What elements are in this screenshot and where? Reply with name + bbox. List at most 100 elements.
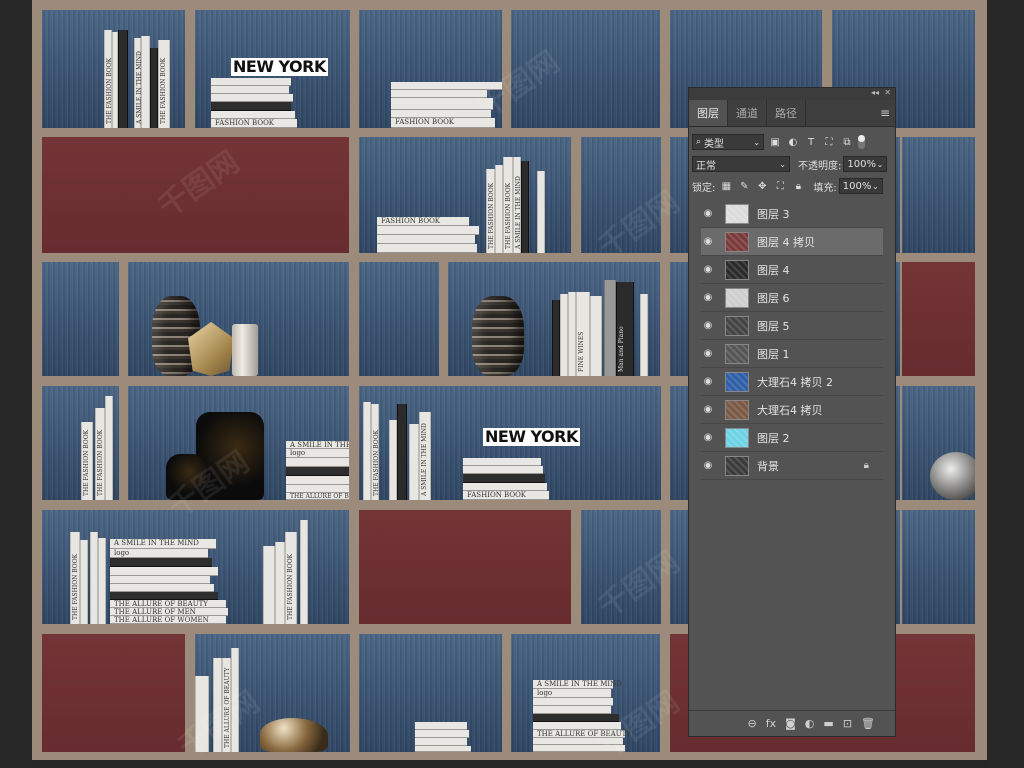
book [560, 294, 568, 376]
smart-object-filter-icon[interactable]: ⧉ [840, 135, 854, 149]
book-spine-title: Man and Piano [618, 326, 625, 372]
lying-book: THE ALLURE OF BEAUTY [533, 730, 631, 738]
eye-icon[interactable]: ◉ [701, 292, 715, 303]
shape-filter-icon[interactable]: ⛶ [822, 135, 836, 149]
lock-icon: 🔒︎ [863, 460, 869, 471]
book [263, 546, 275, 624]
eye-icon[interactable]: ◉ [701, 208, 715, 219]
book [80, 540, 88, 624]
link-icon[interactable]: ⊖ [748, 717, 757, 730]
shelf-compartment: FASHION BOOK [359, 10, 502, 128]
book-spine-title: THE ALLURE OF WOMEN [114, 616, 209, 624]
search-icon: ⌕ [696, 137, 702, 147]
book-spine-title: THE ALLURE OF BEAUTY [224, 667, 231, 749]
book [604, 280, 616, 376]
book [213, 658, 222, 752]
lying-book [211, 102, 291, 111]
chevron-down-icon: ⌄ [753, 137, 760, 147]
image-filter-icon[interactable]: ▣ [768, 135, 782, 149]
book: THE FASHION BOOK [486, 169, 495, 253]
lying-book [415, 730, 469, 738]
lying-book [391, 90, 487, 98]
eye-icon[interactable]: ◉ [701, 460, 715, 471]
folder-icon[interactable]: ▬ [823, 717, 833, 730]
lying-book [533, 745, 625, 752]
opacity-field[interactable]: 100% ⌄ [843, 156, 888, 172]
panel-tabs: 图层 通道 路径 ≡ [689, 100, 895, 127]
lying-book [463, 458, 541, 466]
mask-icon[interactable]: ◙ [785, 717, 796, 730]
layer-thumbnail [725, 287, 749, 308]
lock-image-icon[interactable]: ✎ [737, 179, 751, 193]
book: Man and Piano [616, 282, 634, 376]
eye-icon[interactable]: ◉ [701, 404, 715, 415]
close-icon[interactable]: ✕ [884, 88, 891, 97]
lying-book: FASHION BOOK [391, 118, 495, 128]
adjustment-filter-icon[interactable]: ◐ [786, 135, 800, 149]
new-layer-icon[interactable]: ⊡ [843, 717, 852, 730]
layer-row[interactable]: ◉ 图层 2 [701, 424, 883, 452]
layer-row[interactable]: ◉ 图层 3 [701, 200, 883, 228]
panel-footer: ⊖ fx ◙ ◐ ▬ ⊡ 🗑 [689, 710, 895, 736]
tab-paths[interactable]: 路径 [767, 100, 806, 126]
layer-row[interactable]: ◉ 图层 6 [701, 284, 883, 312]
chevron-down-icon: ⌄ [779, 159, 786, 169]
eye-icon[interactable]: ◉ [701, 348, 715, 359]
layer-row[interactable]: ◉ 背景 🔒︎ [701, 452, 883, 480]
shelf-compartment [42, 262, 119, 376]
layer-thumbnail [725, 203, 749, 224]
type-filter-icon[interactable]: T [804, 135, 818, 149]
filter-toggle[interactable] [858, 135, 865, 149]
shelf-compartment: THE ALLURE OF BEAUTY [195, 634, 350, 752]
book: THE FASHION BOOK [70, 532, 80, 624]
tab-layers[interactable]: 图层 [689, 100, 728, 126]
eye-icon[interactable]: ◉ [701, 432, 715, 443]
eye-icon[interactable]: ◉ [701, 376, 715, 387]
eye-icon[interactable]: ◉ [701, 264, 715, 275]
filter-kind-select[interactable]: ⌕ 类型 ⌄ [692, 134, 764, 150]
shelf-compartment: THE FASHION BOOK A SMILE IN THE MIND FASHI… [359, 386, 661, 500]
eye-icon[interactable]: ◉ [701, 236, 715, 247]
layer-name: 图层 2 [757, 431, 790, 445]
lock-artboard-icon[interactable]: ⛶ [773, 179, 787, 193]
panel-menu-icon[interactable]: ≡ [880, 106, 890, 120]
lock-position-icon[interactable]: ✥ [755, 179, 769, 193]
fill-field[interactable]: 100% ⌄ [838, 178, 883, 194]
book [521, 161, 529, 253]
book-spine-title: FASHION BOOK [467, 491, 527, 499]
shelf-compartment: THE FASHION BOOK A SMILE IN THE MIND THE F… [42, 10, 185, 128]
collapse-icon[interactable]: ◂◂ [871, 88, 879, 97]
book [195, 676, 209, 752]
lying-book [463, 474, 545, 483]
tab-channels[interactable]: 通道 [728, 100, 767, 126]
layer-row[interactable]: ◉ 图层 1 [701, 340, 883, 368]
adjustment-icon[interactable]: ◐ [805, 717, 815, 730]
lying-book [110, 584, 214, 592]
layer-row[interactable]: ◉ 图层 5 [701, 312, 883, 340]
lock-all-icon[interactable]: 🔒︎ [791, 179, 805, 193]
lying-book: THE ALLURE OF MEN [110, 608, 228, 616]
lying-book [211, 94, 293, 102]
lock-transparent-icon[interactable]: ▦ [719, 179, 733, 193]
trash-icon[interactable]: 🗑 [861, 717, 875, 730]
book [105, 396, 113, 500]
eye-icon[interactable]: ◉ [701, 320, 715, 331]
book-spine-title: FASHION BOOK [381, 217, 441, 225]
shelf-compartment [511, 10, 660, 128]
blend-mode-select[interactable]: 正常 ⌄ [692, 156, 790, 172]
book-spine-title: THE FASHION BOOK [72, 553, 79, 620]
layer-row[interactable]: ◉ 大理石4 拷贝 2 [701, 368, 883, 396]
book: THE FASHION BOOK [104, 30, 113, 128]
lying-book [415, 738, 467, 746]
fx-icon[interactable]: fx [766, 717, 776, 730]
layer-row[interactable]: ◉ 大理石4 拷贝 [701, 396, 883, 424]
layer-row[interactable]: ◉ 图层 4 拷贝 [701, 228, 883, 256]
shelf-compartment [359, 262, 439, 376]
lying-book [211, 78, 291, 86]
lock-row: 锁定: ▦ ✎ ✥ ⛶ 🔒︎ 填充: 100% ⌄ [689, 175, 895, 197]
book: THE ALLURE OF BEAUTY [222, 658, 231, 752]
lying-book: logo [110, 549, 208, 558]
layer-row[interactable]: ◉ 图层 4 [701, 256, 883, 284]
book [231, 648, 239, 752]
metal-pebble-ornament [930, 452, 975, 500]
